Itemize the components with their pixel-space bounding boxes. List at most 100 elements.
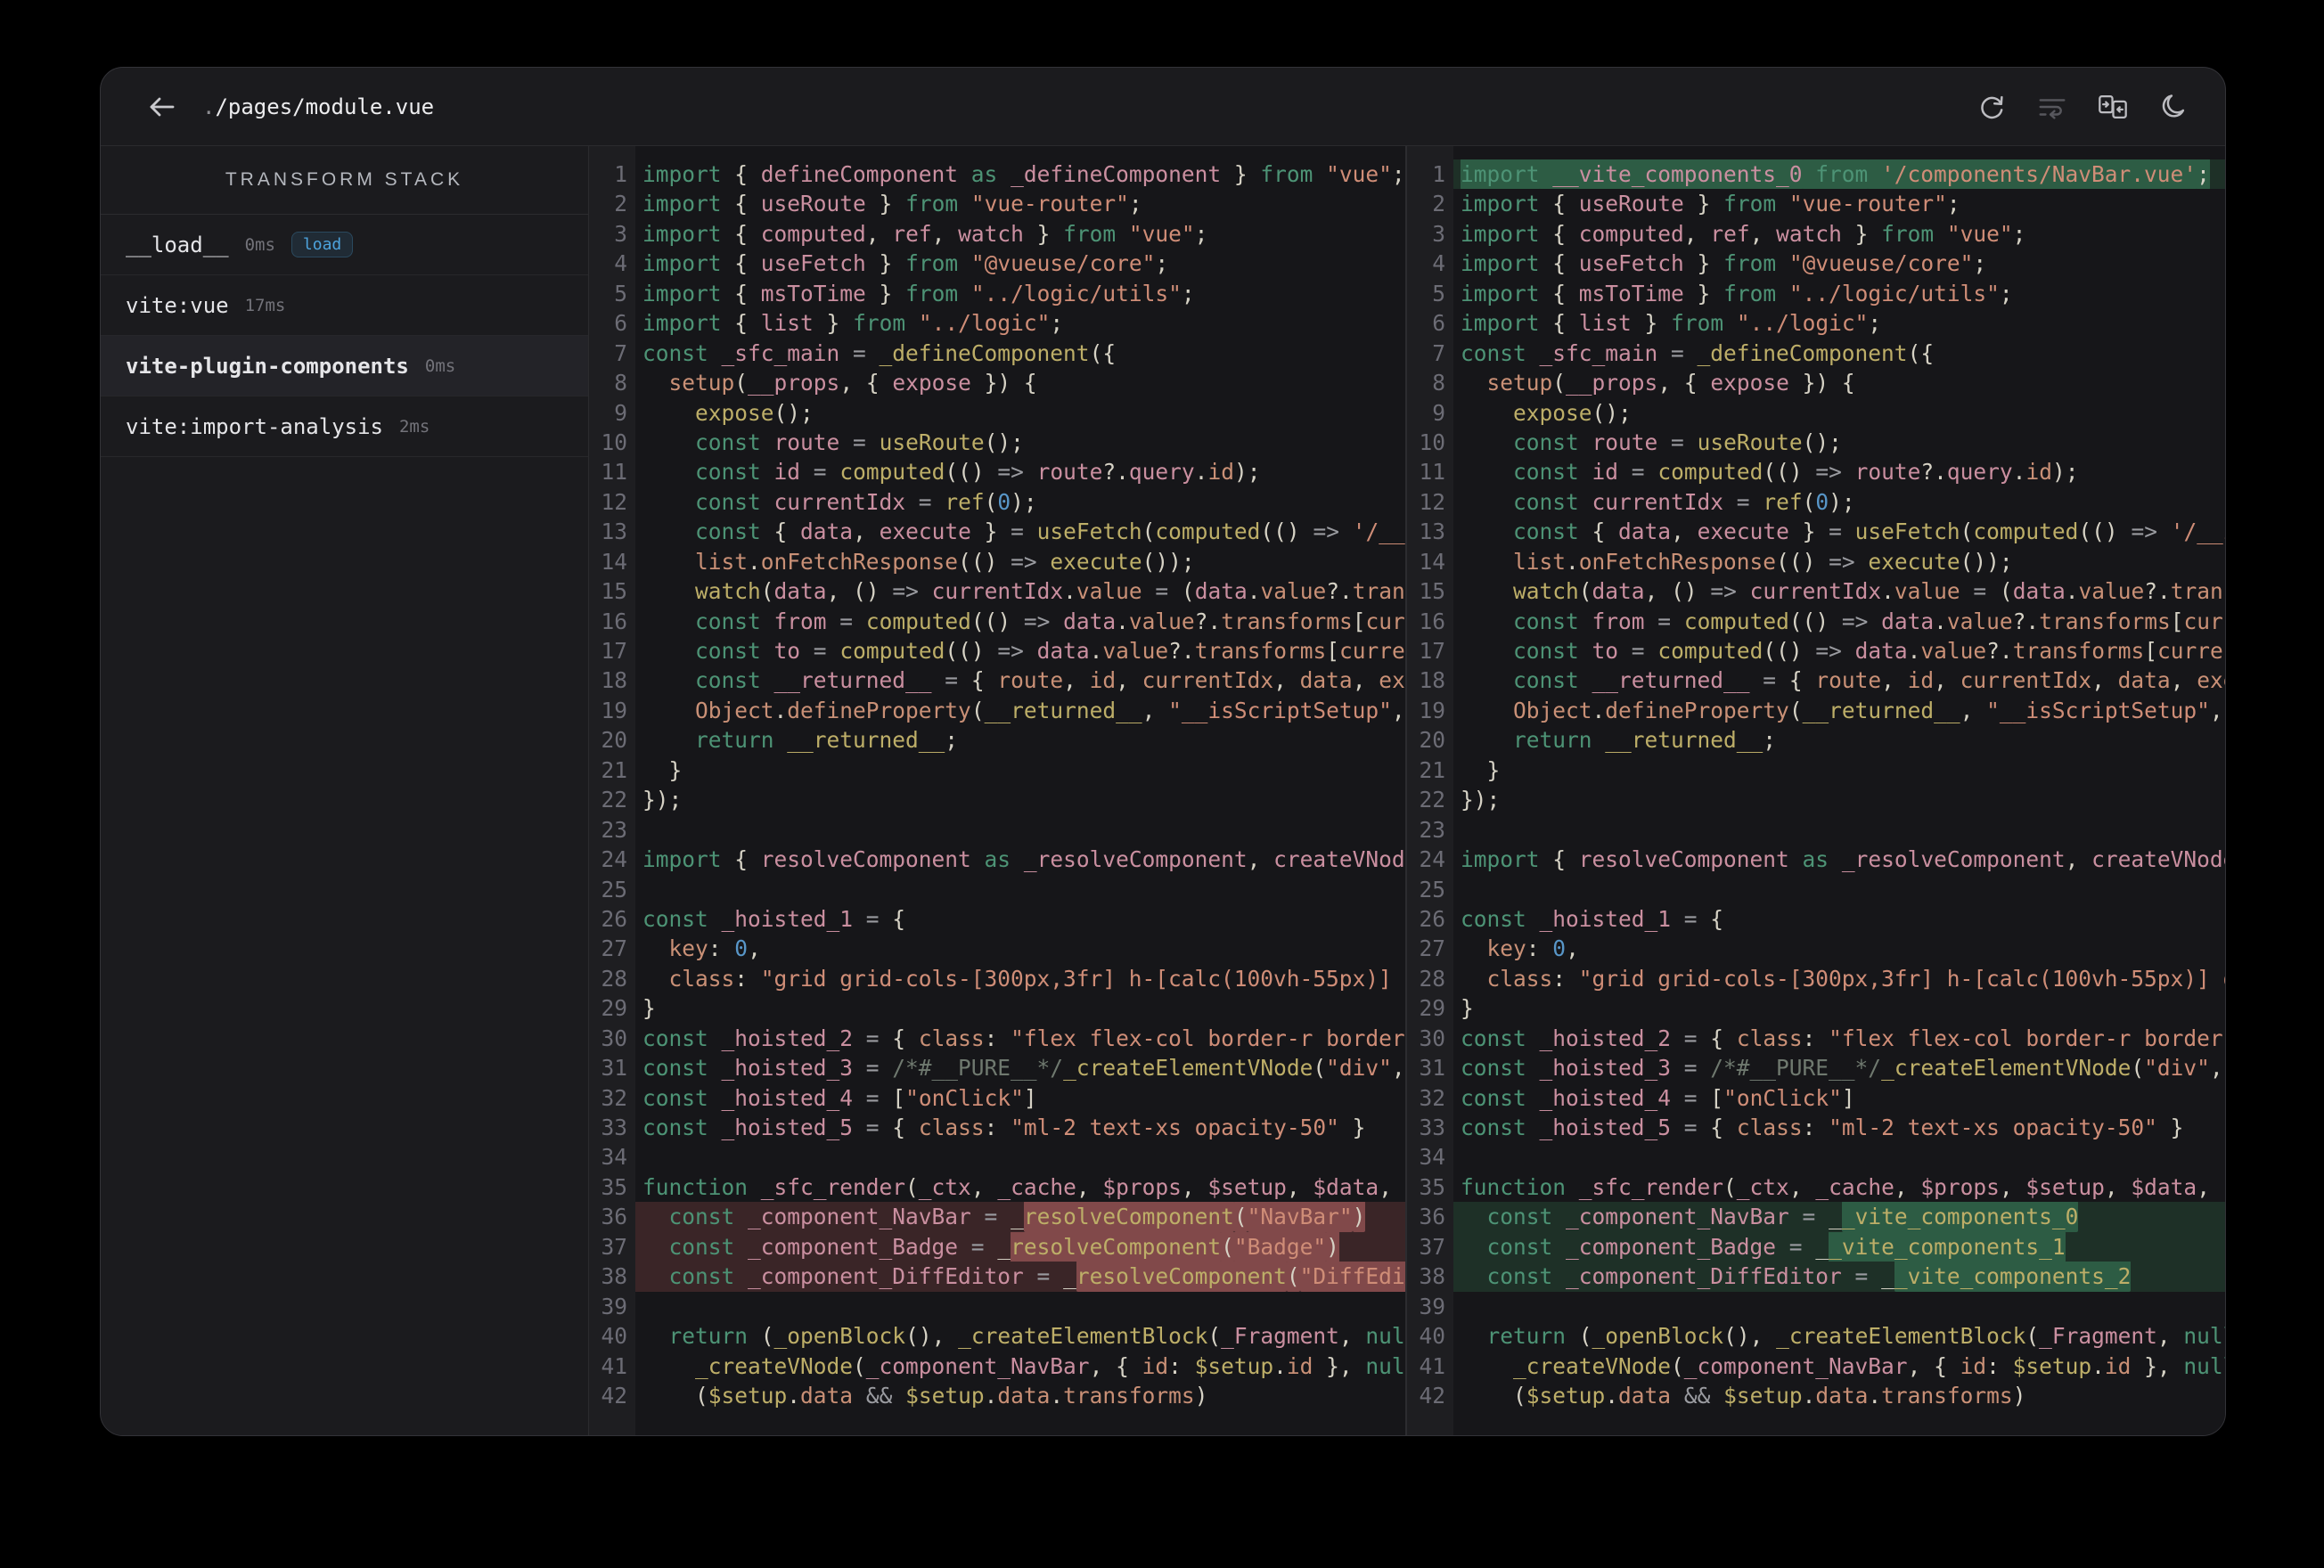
line-content: const { data, execute } = useFetch(compu… <box>1513 519 2225 545</box>
code-line: 42 ($setup.data && $setup.data.transform… <box>589 1381 1405 1410</box>
line-content: import { resolveComponent as _resolveCom… <box>642 846 1405 873</box>
line-number: 27 <box>1419 935 1445 962</box>
top-bar: ./pages/module.vue <box>101 68 2225 146</box>
refresh-button[interactable] <box>1976 91 2008 123</box>
code-line: 38 const _component_DiffEditor = __vite_… <box>1407 1262 2225 1292</box>
line-content: return __returned__; <box>1513 727 1777 754</box>
transform-item-vite:vue[interactable]: vite:vue 17ms <box>101 275 588 336</box>
line-content: import { useRoute } from "vue-router"; <box>1461 191 1960 217</box>
line-number: 11 <box>1419 459 1445 486</box>
code-pane-before[interactable]: 1 import { defineComponent as _defineComp… <box>589 146 1405 1435</box>
line-number: 42 <box>1419 1382 1445 1409</box>
line-number: 3 <box>614 220 627 247</box>
code-line: 17 const to = computed(() => data.value?… <box>589 636 1405 666</box>
transform-name: vite:vue <box>126 292 229 318</box>
transform-time: 2ms <box>398 416 430 437</box>
line-number: 5 <box>614 280 627 306</box>
line-number: 25 <box>1419 876 1445 902</box>
line-content: return __returned__; <box>695 727 959 754</box>
code-line: 15 watch(data, () => currentIdx.value = … <box>1407 576 2225 606</box>
line-number: 40 <box>601 1323 627 1350</box>
code-line: 22}); <box>589 785 1405 814</box>
code-line: 1 import { defineComponent as _defineComp… <box>589 159 1405 189</box>
line-number: 11 <box>601 459 627 486</box>
code-line: 27 key: 0, <box>1407 934 2225 963</box>
code-line: 14 list.onFetchResponse(() => execute())… <box>1407 547 2225 576</box>
line-content: const _sfc_main = _defineComponent({ <box>642 339 1117 366</box>
line-content: import { useFetch } from "@vueuse/core"; <box>1461 250 1987 277</box>
line-content: } <box>1461 995 1474 1022</box>
line-content: import { resolveComponent as _resolveCom… <box>1461 846 2225 873</box>
title-path: /pages/module.vue <box>215 94 435 119</box>
code-line: 10 const route = useRoute(); <box>589 428 1405 457</box>
code-line: 1 import __vite_components_0 from '/compo… <box>1407 159 2225 190</box>
line-number: 5 <box>1432 280 1445 306</box>
code-line: 42 ($setup.data && $setup.data.transform… <box>1407 1381 2225 1410</box>
line-content: watch(data, () => currentIdx.value = (da… <box>1513 578 2225 605</box>
line-number: 42 <box>601 1382 627 1409</box>
line-number: 8 <box>614 370 627 396</box>
line-number: 23 <box>1419 816 1445 843</box>
back-button[interactable] <box>145 90 179 124</box>
line-number: 18 <box>601 667 627 694</box>
code-line: 19 Object.defineProperty(__returned__, "… <box>1407 696 2225 725</box>
line-number: 26 <box>1419 905 1445 932</box>
code-line: 3 import { computed, ref, watch } from "v… <box>589 219 1405 249</box>
code-line: 9 expose(); <box>1407 398 2225 428</box>
side-by-side-button[interactable] <box>2097 91 2129 123</box>
line-content <box>635 1142 1405 1172</box>
line-number: 27 <box>601 935 627 962</box>
line-number: 35 <box>601 1173 627 1200</box>
code-pane-after[interactable]: 1 import __vite_components_0 from '/compo… <box>1405 146 2225 1435</box>
line-number: 8 <box>1432 370 1445 396</box>
line-content: const _component_Badge = __vite_componen… <box>1453 1231 2225 1262</box>
dark-mode-button[interactable] <box>2157 91 2189 123</box>
line-number: 24 <box>601 846 627 873</box>
line-number: 34 <box>601 1144 627 1171</box>
line-content <box>1453 875 2225 904</box>
line-content: list.onFetchResponse(() => execute()); <box>1513 548 2013 575</box>
line-content: const from = computed(() => data.value?.… <box>1513 608 2225 634</box>
code-line: 28 class: "grid grid-cols-[300px,3fr] h-… <box>589 964 1405 993</box>
line-content <box>1453 1292 2225 1321</box>
code-line: 8 setup(__props, { expose }) { <box>589 368 1405 397</box>
line-content: const _sfc_main = _defineComponent({ <box>1461 339 1935 366</box>
transform-item-__load__[interactable]: __load__ 0ms load <box>101 215 588 275</box>
line-number: 19 <box>601 697 627 723</box>
code-line: 31 const _hoisted_3 = /*#__PURE__*/_creat… <box>589 1053 1405 1082</box>
line-content: Object.defineProperty(__returned__, "__i… <box>1513 697 2223 723</box>
line-number: 22 <box>1419 787 1445 813</box>
code-line: 41 _createVNode(_component_NavBar, { id:… <box>589 1352 1405 1381</box>
line-number: 35 <box>1419 1173 1445 1200</box>
code-line: 3 import { computed, ref, watch } from "v… <box>1407 219 2225 249</box>
line-content: const route = useRoute(); <box>1513 429 1842 455</box>
code-line: 6 import { list } from "../logic"; <box>589 308 1405 338</box>
line-number: 4 <box>1432 250 1445 277</box>
line-content: }); <box>1461 787 1501 813</box>
main-area: TRANSFORM STACK __load__ 0ms load vite:vue 1… <box>101 146 2225 1435</box>
line-number: 37 <box>1419 1233 1445 1260</box>
line-number: 31 <box>1419 1055 1445 1082</box>
code-line: 23 <box>1407 815 2225 845</box>
line-number: 1 <box>1432 161 1445 187</box>
wrap-lines-button[interactable] <box>2036 91 2068 123</box>
line-content: return (_openBlock(), _createElementBloc… <box>1486 1323 2225 1350</box>
line-content: ($setup.data && $setup.data.transforms) <box>1461 1382 2026 1409</box>
line-content: import { list } from "../logic"; <box>642 310 1064 337</box>
line-number: 37 <box>601 1233 627 1260</box>
code-line: 33 const _hoisted_5 = { class: "ml-2 text… <box>1407 1113 2225 1142</box>
line-number: 2 <box>614 191 627 217</box>
code-line: 35 function _sfc_render(_ctx, _cache, $pr… <box>1407 1172 2225 1202</box>
line-number: 29 <box>601 995 627 1022</box>
line-number: 31 <box>601 1055 627 1082</box>
code-line: 32 const _hoisted_4 = ["onClick"] <box>1407 1083 2225 1113</box>
line-content: const _hoisted_2 = { class: "flex flex-c… <box>642 1025 1405 1051</box>
line-content: const { data, execute } = useFetch(compu… <box>695 519 1405 545</box>
code-pane-before-lines: 1 import { defineComponent as _defineComp… <box>589 146 1405 1410</box>
code-line: 27 key: 0, <box>589 934 1405 963</box>
transform-item-vite:import-analysis[interactable]: vite:import-analysis 2ms <box>101 396 588 457</box>
code-line: 25 <box>1407 875 2225 904</box>
line-content: expose(); <box>695 399 814 426</box>
diff-editor: 1 import { defineComponent as _defineComp… <box>589 146 2225 1435</box>
transform-item-vite-plugin-components[interactable]: vite-plugin-components 0ms <box>101 336 588 396</box>
